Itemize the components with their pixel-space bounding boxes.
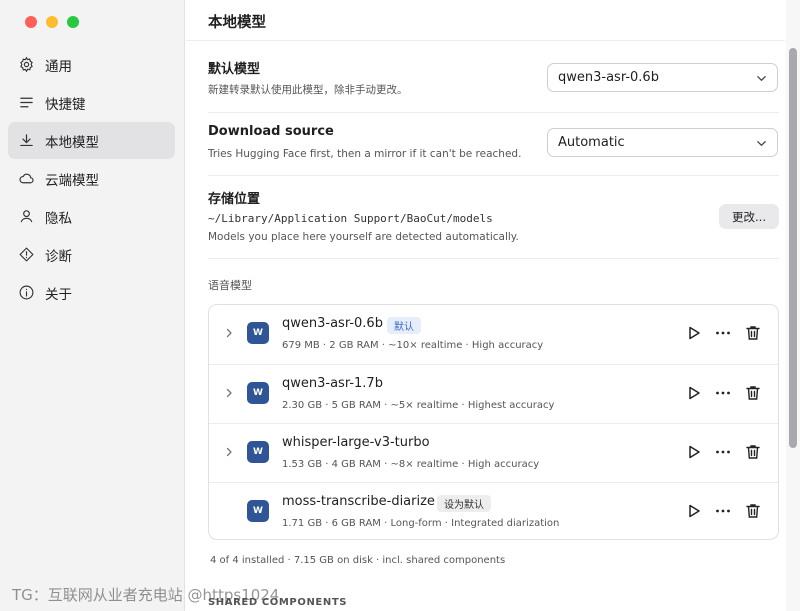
download-source-desc: Tries Hugging Face first, then a mirror … (208, 148, 522, 160)
model-meta: 2.30 GB · 5 GB RAM · ~5× realtime · High… (282, 400, 555, 411)
sidebar-item-diagnostics[interactable]: 诊断 (8, 236, 175, 273)
warning-icon (19, 247, 34, 262)
default-model-select[interactable]: qwen3-asr-0.6b (547, 63, 778, 92)
person-icon (20, 210, 33, 223)
sidebar-nav: 通用 快捷键 本地模型 云端模型 隐私 诊断 关于 (8, 46, 175, 312)
trash-icon[interactable] (744, 443, 762, 461)
sidebar-item-about[interactable]: 关于 (8, 274, 175, 311)
cloud-icon (19, 173, 34, 184)
model-icon: W (247, 441, 269, 463)
more-icon[interactable] (714, 324, 732, 342)
sidebar-item-label: 隐私 (45, 210, 72, 227)
sidebar-item-label: 本地模型 (45, 134, 99, 151)
model-name: qwen3-asr-1.7b (282, 376, 383, 391)
zoom-window-button[interactable] (67, 16, 79, 28)
default-model-desc: 新建转录默认使用此模型，除非手动更改。 (208, 84, 408, 96)
model-icon: W (247, 500, 269, 522)
info-icon (19, 285, 34, 300)
divider (208, 258, 779, 259)
model-name: moss-transcribe-diarize (282, 494, 435, 509)
gear-icon (20, 56, 33, 73)
change-location-button[interactable]: 更改... (719, 204, 779, 229)
default-model-title: 默认模型 (208, 62, 261, 77)
model-row[interactable]: W moss-transcribe-diarize 设为默认 1.71 GB ·… (209, 482, 778, 539)
sidebar-item-label: 快捷键 (45, 96, 86, 113)
settings-window: 通用 快捷键 本地模型 云端模型 隐私 诊断 关于 本地模型 默认模型 新建转录… (0, 0, 800, 611)
trash-icon[interactable] (744, 502, 762, 520)
download-source-select[interactable]: Automatic (547, 128, 778, 157)
sidebar-item-label: 诊断 (45, 248, 72, 265)
default-model-value: qwen3-asr-0.6b (558, 70, 659, 85)
model-icon: W (247, 322, 269, 344)
watermark: TG：互联网从业者充电站 @https1024 (12, 586, 280, 604)
lines-icon (20, 97, 33, 108)
sidebar-item-label: 通用 (45, 58, 72, 75)
model-icon: W (247, 382, 269, 404)
sidebar-item-label: 云端模型 (45, 172, 99, 189)
sidebar: 通用 快捷键 本地模型 云端模型 隐私 诊断 关于 (0, 0, 185, 611)
storage-path: ~/Library/Application Support/BaoCut/mod… (208, 212, 493, 225)
play-icon[interactable] (685, 384, 703, 402)
sidebar-item-general[interactable]: 通用 (8, 46, 175, 83)
sidebar-item-privacy[interactable]: 隐私 (8, 198, 175, 235)
storage-title: 存储位置 (208, 192, 261, 207)
chevron-right-icon[interactable] (224, 388, 234, 398)
divider (186, 40, 785, 41)
model-meta: 679 MB · 2 GB RAM · ~10× realtime · High… (282, 340, 544, 351)
window-controls (25, 16, 79, 28)
trash-icon[interactable] (744, 384, 762, 402)
download-source-title: Download source (208, 124, 334, 139)
model-row[interactable]: W qwen3-asr-1.7b 2.30 GB · 5 GB RAM · ~5… (209, 364, 778, 423)
sidebar-item-shortcuts[interactable]: 快捷键 (8, 84, 175, 121)
model-meta: 1.71 GB · 6 GB RAM · Long-form · Integra… (282, 518, 560, 529)
play-icon[interactable] (685, 324, 703, 342)
model-row[interactable]: W qwen3-asr-0.6b 默认 679 MB · 2 GB RAM · … (209, 305, 778, 364)
default-badge: 默认 (387, 317, 421, 334)
sidebar-item-cloud-models[interactable]: 云端模型 (8, 160, 175, 197)
more-icon[interactable] (714, 384, 732, 402)
main-content: 本地模型 默认模型 新建转录默认使用此模型，除非手动更改。 qwen3-asr-… (186, 0, 785, 611)
trash-icon[interactable] (744, 324, 762, 342)
divider (208, 112, 779, 113)
play-icon[interactable] (685, 502, 703, 520)
download-icon (20, 134, 33, 147)
scrollbar-thumb[interactable] (789, 48, 797, 448)
chevron-right-icon[interactable] (224, 447, 234, 457)
install-stats: 4 of 4 installed · 7.15 GB on disk · inc… (210, 555, 506, 566)
set-default-button[interactable]: 设为默认 (437, 495, 491, 512)
play-icon[interactable] (685, 443, 703, 461)
model-meta: 1.53 GB · 4 GB RAM · ~8× realtime · High… (282, 459, 540, 470)
minimize-window-button[interactable] (46, 16, 58, 28)
more-icon[interactable] (714, 502, 732, 520)
sidebar-item-local-models[interactable]: 本地模型 (8, 122, 175, 159)
download-source-value: Automatic (558, 135, 625, 150)
more-icon[interactable] (714, 443, 732, 461)
model-name: qwen3-asr-0.6b (282, 316, 383, 331)
chevron-down-icon (757, 76, 766, 81)
chevron-down-icon (757, 141, 766, 146)
models-list: W qwen3-asr-0.6b 默认 679 MB · 2 GB RAM · … (208, 304, 779, 540)
chevron-right-icon[interactable] (224, 328, 234, 338)
sidebar-item-label: 关于 (45, 286, 72, 303)
model-row[interactable]: W whisper-large-v3-turbo 1.53 GB · 4 GB … (209, 423, 778, 482)
close-window-button[interactable] (25, 16, 37, 28)
divider (208, 175, 779, 176)
storage-desc: Models you place here yourself are detec… (208, 231, 519, 243)
model-name: whisper-large-v3-turbo (282, 435, 430, 450)
page-title: 本地模型 (208, 15, 266, 31)
section-label: 语音模型 (208, 279, 252, 292)
